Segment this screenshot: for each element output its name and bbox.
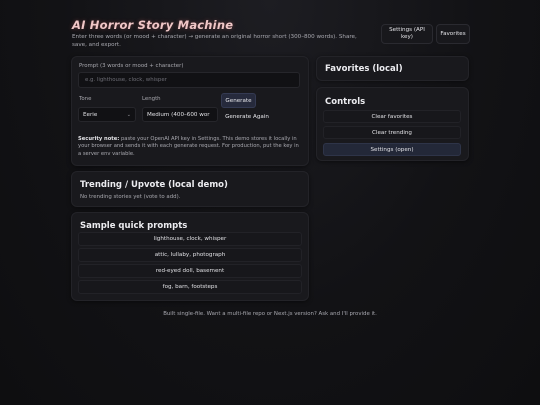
trending-card: Trending / Upvote (local demo) No trendi… [71,171,309,207]
favorites-card: Favorites (local) [316,56,469,81]
tone-label: Tone [79,96,92,102]
prompt-input[interactable]: e.g. lighthouse, clock, whisper [78,72,300,88]
clear-favorites-button[interactable]: Clear favorites [323,110,461,123]
clear-trending-button[interactable]: Clear trending [323,126,461,139]
sample-prompt-item[interactable]: red-eyed doll, basement [78,264,302,278]
generate-button[interactable]: Generate [221,93,256,108]
sample-prompt-item[interactable]: fog, barn, footsteps [78,280,302,294]
security-note-title: Security note: [78,136,120,142]
favorites-button[interactable]: Favorites [436,24,470,44]
controls-title: Controls [325,97,366,107]
favorites-title: Favorites (local) [325,64,403,74]
footer-text: Built single-file. Want a multi-file rep… [163,311,377,317]
sample-prompt-item[interactable]: lighthouse, clock, whisper [78,232,302,246]
generate-again-button[interactable]: Generate Again [221,110,273,124]
length-value: Medium (400–600 wor [147,111,210,118]
trending-empty-text: No trending stories yet (vote to add). [80,194,181,200]
tone-select[interactable]: Eerie ⌄ [78,107,136,122]
trending-title: Trending / Upvote (local demo) [80,180,228,190]
length-select[interactable]: Medium (400–600 wor [142,107,218,122]
settings-api-key-button[interactable]: Settings (API key) [381,24,433,44]
settings-open-button[interactable]: Settings (open) [323,143,461,156]
tone-value: Eerie [83,111,98,118]
chevron-down-icon: ⌄ [126,111,131,118]
app-subtitle: Enter three words (or mood + character) … [72,34,357,48]
prompt-label: Prompt (3 words or mood + character) [79,63,184,69]
security-note: Security note: paste your OpenAI API key… [78,136,300,158]
length-label: Length [142,96,161,102]
app-title: AI Horror Story Machine [72,18,234,32]
samples-title: Sample quick prompts [80,221,188,231]
sample-prompt-item[interactable]: attic, lullaby, photograph [78,248,302,262]
